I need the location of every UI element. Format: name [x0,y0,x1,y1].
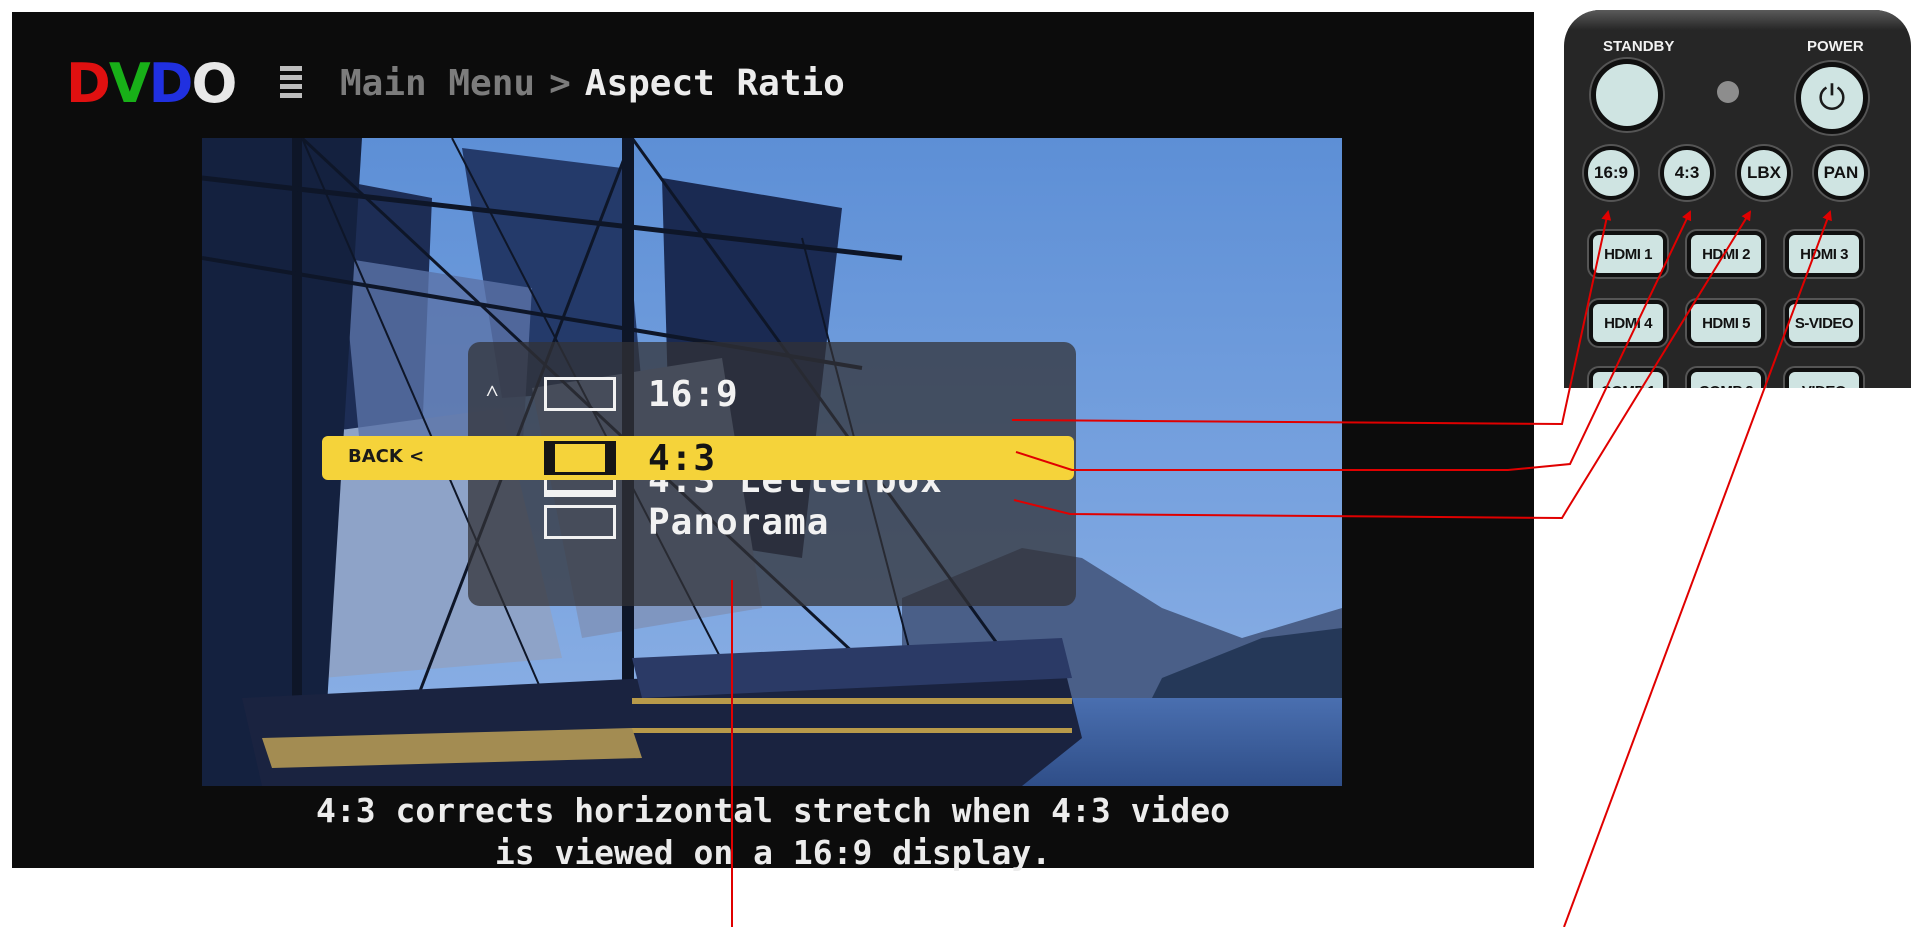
logo-letter-v: V [108,52,151,115]
logo-letter-o: O [191,52,237,115]
option-label: Panorama [648,501,830,543]
option-16-9[interactable]: 16:9 [544,373,739,415]
pillarbox-icon [544,441,616,475]
s-video-button[interactable]: S-VIDEO [1785,300,1863,346]
option-4-3[interactable]: 4:3 [544,437,717,479]
hdmi-5-button[interactable]: HDMI 5 [1687,300,1765,346]
power-label: POWER [1807,38,1864,55]
hdmi-4-button[interactable]: HDMI 4 [1589,300,1667,346]
panorama-icon [544,505,616,539]
back-label: BACK [348,446,403,467]
lbx-button[interactable]: LBX [1737,146,1791,200]
standby-button[interactable] [1591,59,1663,131]
led-indicator [1717,81,1739,103]
option-panorama[interactable]: Panorama [544,501,830,543]
logo-bars-icon [280,66,302,98]
aspect-16-9-icon [544,377,616,411]
logo-letter-d2: D [148,52,194,115]
dvdo-logo: DVDO [66,52,237,115]
osd-caption: 4:3 corrects horizontal stretch when 4:3… [12,790,1534,874]
remote-control: STANDBY POWER ⏻ 16:9 4:3 LBX PAN HDMI 1 … [1564,10,1911,388]
aspect-16-9-button[interactable]: 16:9 [1584,146,1638,200]
chevron-left-icon: < [409,446,425,467]
standby-label: STANDBY [1603,38,1675,55]
comp-1-button[interactable]: COMP 1 [1589,368,1667,388]
hdmi-2-button[interactable]: HDMI 2 [1687,231,1765,277]
power-button[interactable]: ⏻ [1796,62,1868,134]
breadcrumb-separator: > [549,63,571,104]
caption-line-1: 4:3 corrects horizontal stretch when 4:3… [316,791,1230,830]
option-label: 4:3 [648,437,717,479]
video-button[interactable]: VIDEO [1785,368,1863,388]
comp-2-button[interactable]: COMP 2 [1687,368,1765,388]
aspect-4-3-button[interactable]: 4:3 [1660,146,1714,200]
option-4-3-selected[interactable]: BACK < 4:3 [322,436,1074,480]
pan-button[interactable]: PAN [1814,146,1868,200]
chevron-up-icon[interactable]: ˄ [486,378,499,404]
breadcrumb-parent[interactable]: Main Menu [340,63,535,104]
caption-line-2: is viewed on a 16:9 display. [494,833,1052,872]
hdmi-3-button[interactable]: HDMI 3 [1785,231,1863,277]
breadcrumb-current: Aspect Ratio [584,63,845,104]
hdmi-1-button[interactable]: HDMI 1 [1589,231,1667,277]
breadcrumb: Main Menu > Aspect Ratio [340,62,845,106]
power-icon: ⏻ [1818,78,1846,118]
back-button[interactable]: BACK < [348,446,424,467]
option-label: 16:9 [648,373,739,415]
logo-letter-d: D [66,52,111,115]
